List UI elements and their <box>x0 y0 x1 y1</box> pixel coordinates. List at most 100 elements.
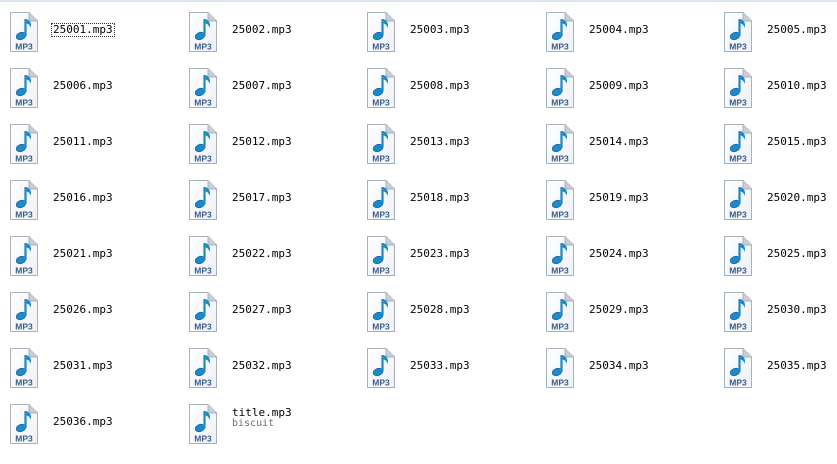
file-item[interactable]: MP3 25034.mp3 <box>543 347 713 393</box>
file-item[interactable]: MP3 25021.mp3 <box>7 235 177 281</box>
file-item[interactable]: MP3 25033.mp3 <box>364 347 534 393</box>
file-item[interactable]: MP3 25028.mp3 <box>364 291 534 337</box>
mp3-icon-label: MP3 <box>15 434 33 444</box>
mp3-file-icon: MP3 <box>721 123 755 165</box>
file-name: 25021.mp3 <box>53 247 113 260</box>
file-item[interactable]: MP3 25005.mp3 <box>721 11 837 57</box>
mp3-icon-label: MP3 <box>729 42 747 52</box>
file-item[interactable]: MP3 25022.mp3 <box>186 235 356 281</box>
mp3-icon-label: MP3 <box>372 210 390 220</box>
mp3-file-icon: MP3 <box>186 123 220 165</box>
mp3-file-icon: MP3 <box>7 179 41 221</box>
mp3-icon-label: MP3 <box>194 434 212 444</box>
file-name: 25035.mp3 <box>767 359 827 372</box>
file-name: 25018.mp3 <box>410 191 470 204</box>
file-item[interactable]: MP3 25012.mp3 <box>186 123 356 169</box>
mp3-icon-label: MP3 <box>551 98 569 108</box>
mp3-icon-label: MP3 <box>372 98 390 108</box>
mp3-icon-label: MP3 <box>372 154 390 164</box>
file-item[interactable]: MP3 25001.mp3 <box>7 11 177 57</box>
mp3-icon-label: MP3 <box>194 98 212 108</box>
file-item[interactable]: MP3 25029.mp3 <box>543 291 713 337</box>
file-item[interactable]: MP3 25030.mp3 <box>721 291 837 337</box>
file-detail-text: biscuit <box>232 418 275 429</box>
file-item[interactable]: MP3 25020.mp3 <box>721 179 837 225</box>
file-name: 25023.mp3 <box>410 247 470 260</box>
mp3-icon-label: MP3 <box>551 378 569 388</box>
file-name: 25015.mp3 <box>767 135 827 148</box>
file-name: 25019.mp3 <box>589 191 649 204</box>
mp3-icon-label: MP3 <box>551 42 569 52</box>
mp3-file-icon: MP3 <box>7 291 41 333</box>
file-name: 25001.mp3 <box>51 23 115 37</box>
file-item[interactable]: MP3 25013.mp3 <box>364 123 534 169</box>
file-item[interactable]: MP3 25002.mp3 <box>186 11 356 57</box>
file-name: 25025.mp3 <box>767 247 827 260</box>
mp3-file-icon: MP3 <box>364 235 398 277</box>
file-item[interactable]: MP3 25026.mp3 <box>7 291 177 337</box>
file-item[interactable]: MP3 25032.mp3 <box>186 347 356 393</box>
file-name: 25002.mp3 <box>232 23 292 36</box>
file-item[interactable]: MP3 25010.mp3 <box>721 67 837 113</box>
mp3-icon-label: MP3 <box>729 154 747 164</box>
file-item[interactable]: MP3 25011.mp3 <box>7 123 177 169</box>
file-item[interactable]: MP3 25025.mp3 <box>721 235 837 281</box>
file-name: 25026.mp3 <box>53 303 113 316</box>
file-name: 25010.mp3 <box>767 79 827 92</box>
mp3-file-icon: MP3 <box>364 347 398 389</box>
file-item[interactable]: MP3 25017.mp3 <box>186 179 356 225</box>
mp3-icon-label: MP3 <box>194 42 212 52</box>
file-item[interactable]: MP3 25004.mp3 <box>543 11 713 57</box>
file-name: 25028.mp3 <box>410 303 470 316</box>
mp3-file-icon: MP3 <box>7 11 41 53</box>
file-name: 25007.mp3 <box>232 79 292 92</box>
mp3-file-icon: MP3 <box>7 347 41 389</box>
mp3-icon-label: MP3 <box>194 266 212 276</box>
file-name: 25020.mp3 <box>767 191 827 204</box>
mp3-icon-label: MP3 <box>372 266 390 276</box>
file-item[interactable]: MP3 25035.mp3 <box>721 347 837 393</box>
file-name: 25033.mp3 <box>410 359 470 372</box>
file-item[interactable]: MP3 25003.mp3 <box>364 11 534 57</box>
mp3-file-icon: MP3 <box>186 347 220 389</box>
mp3-file-icon: MP3 <box>543 291 577 333</box>
file-item[interactable]: MP3 25016.mp3 <box>7 179 177 225</box>
mp3-icon-label: MP3 <box>551 322 569 332</box>
file-item[interactable]: MP3 25036.mp3 <box>7 403 177 449</box>
mp3-file-icon: MP3 <box>364 291 398 333</box>
file-item[interactable]: MP3 25023.mp3 <box>364 235 534 281</box>
file-name: 25014.mp3 <box>589 135 649 148</box>
mp3-icon-label: MP3 <box>194 322 212 332</box>
mp3-icon-label: MP3 <box>194 154 212 164</box>
mp3-icon-label: MP3 <box>729 378 747 388</box>
file-name: 25008.mp3 <box>410 79 470 92</box>
mp3-file-icon: MP3 <box>186 403 220 445</box>
file-item[interactable]: MP3 25027.mp3 <box>186 291 356 337</box>
file-item[interactable]: MP3 25008.mp3 <box>364 67 534 113</box>
file-item[interactable]: MP3 25009.mp3 <box>543 67 713 113</box>
mp3-file-icon: MP3 <box>364 67 398 109</box>
file-item[interactable]: MP3 title.mp3 biscuit <box>186 403 356 449</box>
file-name: 25013.mp3 <box>410 135 470 148</box>
file-item[interactable]: MP3 25031.mp3 <box>7 347 177 393</box>
file-item[interactable]: MP3 25007.mp3 <box>186 67 356 113</box>
mp3-file-icon: MP3 <box>543 235 577 277</box>
mp3-file-icon: MP3 <box>543 347 577 389</box>
mp3-icon-label: MP3 <box>15 322 33 332</box>
file-item[interactable]: MP3 25024.mp3 <box>543 235 713 281</box>
file-item[interactable]: MP3 25006.mp3 <box>7 67 177 113</box>
mp3-icon-label: MP3 <box>729 322 747 332</box>
file-list-view[interactable]: MP3 25001.mp3 MP3 25002.mp3 MP3 25003.mp3 MP3 2… <box>7 11 837 461</box>
file-item[interactable]: MP3 25014.mp3 <box>543 123 713 169</box>
file-name: 25031.mp3 <box>53 359 113 372</box>
mp3-file-icon: MP3 <box>721 179 755 221</box>
mp3-file-icon: MP3 <box>186 67 220 109</box>
file-name: 25036.mp3 <box>53 415 113 428</box>
file-item[interactable]: MP3 25018.mp3 <box>364 179 534 225</box>
mp3-icon-label: MP3 <box>551 154 569 164</box>
file-item[interactable]: MP3 25019.mp3 <box>543 179 713 225</box>
mp3-file-icon: MP3 <box>364 123 398 165</box>
file-name: 25011.mp3 <box>53 135 113 148</box>
mp3-file-icon: MP3 <box>543 67 577 109</box>
file-item[interactable]: MP3 25015.mp3 <box>721 123 837 169</box>
